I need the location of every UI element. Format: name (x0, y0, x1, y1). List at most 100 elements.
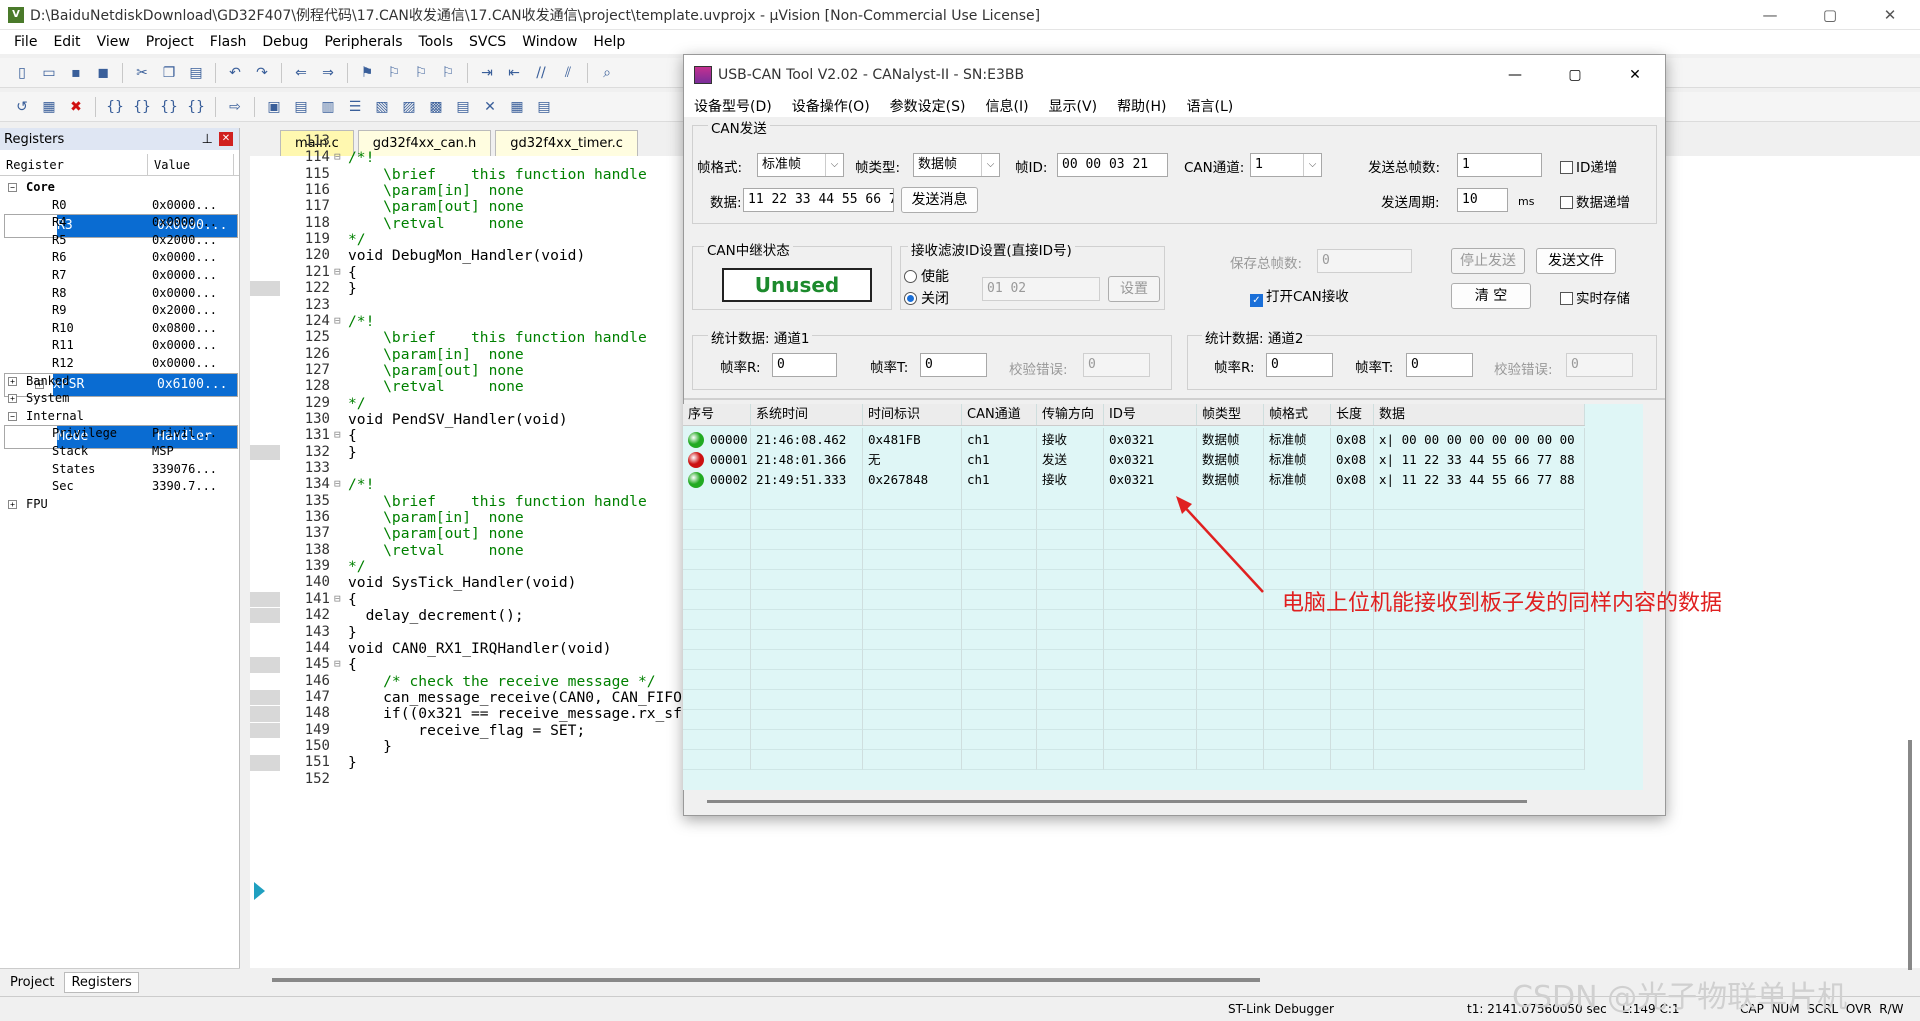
expand-icon[interactable]: + (8, 376, 17, 386)
column-register[interactable]: Register (0, 154, 148, 175)
fold-toggle-icon[interactable]: ⊟ (334, 657, 344, 670)
disassembly-window-icon[interactable]: ▤ (289, 96, 313, 118)
fold-toggle-icon[interactable]: ⊟ (334, 265, 344, 278)
can-menu-device-operation[interactable]: 设备操作(O) (782, 96, 880, 116)
menu-file[interactable]: File (6, 30, 45, 54)
fold-toggle-icon[interactable]: ⊟ (334, 477, 344, 490)
indent-icon[interactable]: ⇥ (475, 62, 499, 84)
step-into-icon[interactable]: {} (103, 96, 127, 118)
serial-window-icon[interactable]: ▤ (451, 96, 475, 118)
data-increment-checkbox[interactable]: 数据递增 (1560, 191, 1630, 211)
menu-project[interactable]: Project (138, 30, 202, 54)
menu-flash[interactable]: Flash (202, 30, 255, 54)
maximize-button[interactable]: ▢ (1800, 0, 1860, 30)
cut-icon[interactable]: ✂ (130, 62, 154, 84)
grid-column-header[interactable]: ID号 (1104, 404, 1197, 425)
register-row[interactable]: − Core (4, 179, 239, 197)
register-row[interactable]: + System (4, 390, 239, 408)
grid-column-header[interactable]: 长度 (1331, 404, 1374, 425)
can-menu-display[interactable]: 显示(V) (1039, 96, 1108, 116)
filter-set-button[interactable]: 设置 (1108, 276, 1160, 302)
menu-view[interactable]: View (89, 30, 138, 54)
project-tab[interactable]: Project (4, 973, 60, 992)
can-menu-parameters[interactable]: 参数设定(S) (880, 96, 976, 116)
register-row[interactable]: R11 0x0000... (4, 337, 239, 355)
filter-enable-radio[interactable]: 使能 (904, 266, 949, 286)
register-row[interactable]: R12 0x0000... (4, 355, 239, 373)
filter-disable-radio[interactable]: 关闭 (904, 288, 949, 308)
grid-column-header[interactable]: CAN通道 (962, 404, 1037, 425)
menu-window[interactable]: Window (514, 30, 585, 54)
save-icon[interactable]: ▪ (64, 62, 88, 84)
minimize-button[interactable]: — (1740, 0, 1800, 30)
menu-svcs[interactable]: SVCS (461, 30, 514, 54)
realtime-save-checkbox[interactable]: 实时存储 (1560, 287, 1630, 307)
ch1-rate-t-input[interactable]: 0 (920, 353, 987, 377)
grid-column-header[interactable]: 帧格式 (1264, 404, 1331, 425)
unindent-icon[interactable]: ⇤ (502, 62, 526, 84)
close-panel-icon[interactable]: ✕ (219, 131, 233, 146)
send-message-button[interactable]: 发送消息 (901, 187, 978, 213)
register-row[interactable]: + Banked (4, 373, 239, 391)
redo-icon[interactable]: ↷ (250, 62, 274, 84)
total-send-input[interactable]: 1 (1457, 153, 1542, 177)
ch2-rate-t-input[interactable]: 0 (1406, 353, 1473, 377)
grid-column-header[interactable]: 系统时间 (751, 404, 863, 425)
register-row[interactable]: Stack MSP (4, 443, 239, 461)
data-input[interactable]: 11 22 33 44 55 66 77 88 (743, 188, 894, 212)
grid-column-header[interactable]: 帧类型 (1197, 404, 1264, 425)
open-folder-icon[interactable]: ▭ (37, 62, 61, 84)
frame-format-select[interactable]: 标准帧 ⌵ (757, 153, 844, 177)
analysis-window-icon[interactable]: ✕ (478, 96, 502, 118)
command-window-icon[interactable]: ▣ (262, 96, 286, 118)
register-row[interactable]: R4 0x0000... (4, 214, 239, 232)
frame-type-select[interactable]: 数据帧 ⌵ (913, 153, 1000, 177)
editor-vertical-scrollbar[interactable] (1908, 740, 1912, 970)
close-button[interactable]: ✕ (1860, 0, 1920, 30)
nav-back-icon[interactable]: ⇐ (289, 62, 313, 84)
editor-horizontal-scrollbar[interactable] (272, 978, 1260, 982)
send-file-button[interactable]: 发送文件 (1536, 248, 1616, 274)
run-to-cursor-icon[interactable]: {} (184, 96, 208, 118)
send-period-input[interactable]: 10 (1457, 188, 1508, 212)
fold-toggle-icon[interactable]: ⊟ (334, 150, 344, 163)
step-over-icon[interactable]: {} (130, 96, 154, 118)
undo-icon[interactable]: ↶ (223, 62, 247, 84)
register-row[interactable]: Sec 3390.7... (4, 478, 239, 496)
can-minimize-button[interactable]: — (1485, 55, 1545, 95)
step-out-icon[interactable]: {} (157, 96, 181, 118)
grid-column-header[interactable]: 序号 (683, 404, 751, 425)
ch1-rate-r-input[interactable]: 0 (772, 353, 837, 377)
register-row[interactable]: R7 0x0000... (4, 267, 239, 285)
clear-bookmarks-icon[interactable]: ⚐ (436, 62, 460, 84)
new-file-icon[interactable]: ▯ (10, 62, 34, 84)
uncomment-icon[interactable]: ⫽ (556, 62, 580, 84)
bookmark-icon[interactable]: ⚑ (355, 62, 379, 84)
editor-tab-gd32f4xx-can-h[interactable]: gd32f4xx_can.h (357, 130, 492, 156)
filter-id-input[interactable]: 01 02 (982, 277, 1100, 301)
register-row[interactable]: States 339076... (4, 461, 239, 479)
register-row[interactable]: − Internal (4, 408, 239, 426)
fold-toggle-icon[interactable]: ⊟ (334, 314, 344, 327)
comment-icon[interactable]: // (529, 62, 553, 84)
save-all-icon[interactable]: ◼ (91, 62, 115, 84)
open-can-receive-checkbox[interactable]: ✓ 打开CAN接收 (1250, 285, 1349, 307)
can-menu-help[interactable]: 帮助(H) (1107, 96, 1176, 116)
menu-tools[interactable]: Tools (411, 30, 462, 54)
ch2-rate-r-input[interactable]: 0 (1266, 353, 1333, 377)
expand-icon[interactable]: + (8, 499, 17, 509)
can-channel-select[interactable]: 1 ⌵ (1250, 153, 1322, 177)
collapse-icon[interactable]: − (8, 411, 17, 421)
clear-button[interactable]: 清 空 (1451, 283, 1531, 309)
find-in-files-icon[interactable]: ⌕ (595, 62, 619, 84)
menu-peripherals[interactable]: Peripherals (316, 30, 410, 54)
grid-horizontal-scrollbar[interactable] (707, 800, 1527, 803)
register-row[interactable]: R0 0x0000... (4, 197, 239, 215)
fold-toggle-icon[interactable]: ⊟ (334, 592, 344, 605)
id-increment-checkbox[interactable]: ID递增 (1560, 156, 1617, 176)
next-bookmark-icon[interactable]: ⚐ (409, 62, 433, 84)
menu-help[interactable]: Help (585, 30, 633, 54)
stop-debug-icon[interactable]: ✖ (64, 96, 88, 118)
prev-bookmark-icon[interactable]: ⚐ (382, 62, 406, 84)
can-maximize-button[interactable]: ▢ (1545, 55, 1605, 95)
